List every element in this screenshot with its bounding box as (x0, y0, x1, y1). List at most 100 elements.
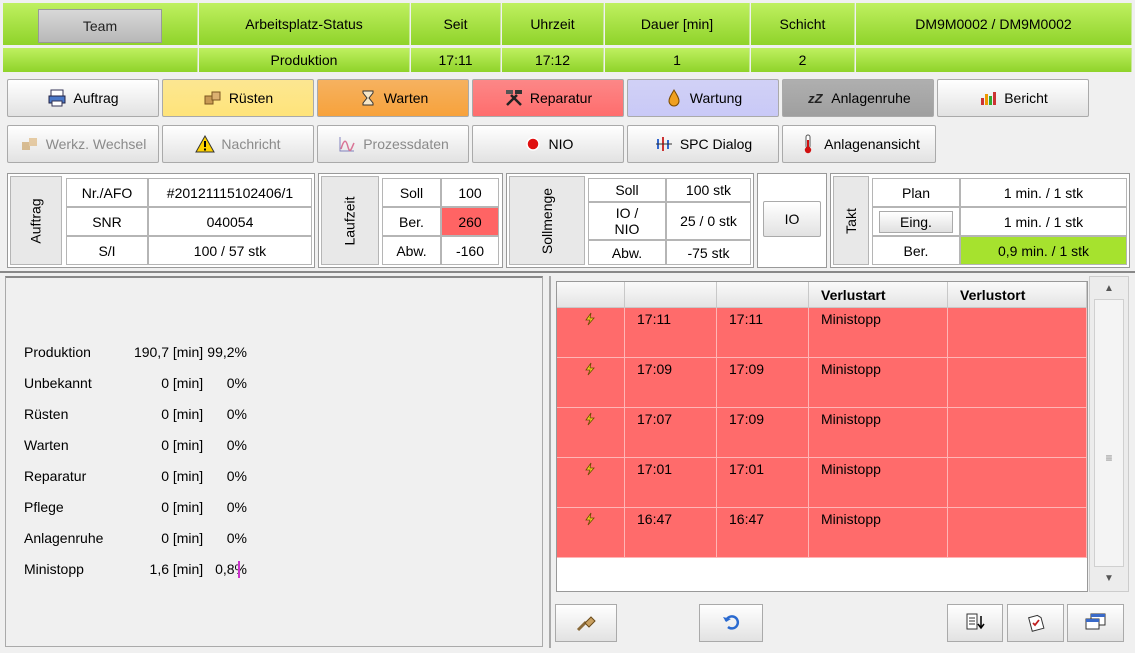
table-row[interactable]: 17:07 17:09 Ministopp (557, 408, 1087, 458)
stat-unit: [min] (172, 406, 204, 422)
stat-row: Produktion 190,7 [min] 99,2% (24, 342, 247, 362)
wartung-button[interactable]: Wartung (627, 79, 779, 117)
laufzeit-label-soll: Soll (382, 178, 441, 207)
header-value-dauer: 1 (605, 48, 750, 72)
row-verlustart: Ministopp (809, 308, 948, 358)
row-start-time: 17:11 (625, 308, 717, 358)
prozessdaten-button[interactable]: Prozessdaten (317, 125, 469, 163)
warten-button[interactable]: Warten (317, 79, 469, 117)
takt-value-plan: 1 min. / 1 stk (960, 178, 1127, 207)
reparatur-button[interactable]: Reparatur (472, 79, 624, 117)
io-button[interactable]: IO (763, 201, 821, 237)
undo-icon (721, 613, 741, 634)
stat-row: Ministopp 1,6 [min] 0,8% (24, 559, 247, 579)
laufzeit-value-ber: 260 (441, 207, 499, 236)
row-start-time: 17:07 (625, 408, 717, 458)
team-button[interactable]: Team (38, 9, 162, 43)
anlagenansicht-button[interactable]: Anlagenansicht (782, 125, 936, 163)
header-value-schicht: 2 (751, 48, 855, 72)
col-header-end[interactable] (717, 282, 809, 308)
row-icon (557, 308, 625, 358)
row-icon (557, 508, 625, 558)
laufzeit-label-abw: Abw. (382, 236, 441, 265)
col-header-verlustort[interactable]: Verlustort (948, 282, 1087, 308)
nio-button-label: NIO (548, 136, 574, 152)
ministopp-marker (238, 561, 240, 578)
stat-percent: 0% (226, 468, 247, 484)
boxes-icon (203, 88, 223, 108)
row-verlustort (948, 408, 1087, 458)
red-dot-icon (523, 134, 543, 154)
undo-button[interactable] (699, 604, 763, 642)
scroll-up-icon[interactable]: ▲ (1094, 279, 1124, 297)
stat-value: 190,7 (133, 344, 169, 360)
takt-value-ber: 0,9 min. / 1 stk (960, 236, 1127, 265)
row-verlustart: Ministopp (809, 508, 948, 558)
row-end-time: 17:01 (717, 458, 809, 508)
table-scrollbar[interactable]: ▲ ≡ ▼ (1089, 276, 1129, 592)
row-verlustort (948, 308, 1087, 358)
header-value-uhrzeit: 17:12 (502, 48, 604, 72)
stat-value: 0 (161, 530, 169, 546)
sollmenge-value-soll: 100 stk (666, 178, 751, 202)
stat-percent: 0% (226, 406, 247, 422)
anlagenruhe-button[interactable]: zZ Anlagenruhe (782, 79, 934, 117)
anlagenansicht-button-label: Anlagenansicht (824, 136, 920, 152)
ruesten-button[interactable]: Rüsten (162, 79, 314, 117)
row-icon (557, 358, 625, 408)
table-row[interactable]: 17:11 17:11 Ministopp (557, 308, 1087, 358)
sort-button[interactable] (947, 604, 1003, 642)
lightning-icon (583, 312, 597, 329)
stat-percent: 0% (226, 530, 247, 546)
spc-dialog-button-label: SPC Dialog (679, 136, 753, 152)
col-header-verlustart[interactable]: Verlustart (809, 282, 948, 308)
stat-row: Warten 0 [min] 0% (24, 435, 247, 455)
header-label-uhrzeit: Uhrzeit (502, 3, 604, 45)
stat-unit: [min] (172, 530, 204, 546)
stat-unit: [min] (172, 437, 204, 453)
sollmenge-label-io-nio: IO / NIO (588, 202, 666, 240)
stat-name: Warten (24, 437, 69, 453)
spc-dialog-button[interactable]: SPC Dialog (627, 125, 779, 163)
checklist-button[interactable] (1007, 604, 1064, 642)
header-label-status: Arbeitsplatz-Status (199, 3, 410, 45)
col-header-start[interactable] (625, 282, 717, 308)
clear-button[interactable] (555, 604, 617, 642)
printer-icon (47, 88, 67, 108)
nachricht-button-label: Nachricht (221, 136, 281, 152)
stat-name: Pflege (24, 499, 64, 515)
auftrag-button[interactable]: Auftrag (7, 79, 159, 117)
stat-row: Pflege 0 [min] 0% (24, 497, 247, 517)
laufzeit-label-ber: Ber. (382, 207, 441, 236)
col-header-icon[interactable] (557, 282, 625, 308)
werkzeug-wechsel-button[interactable]: Werkz. Wechsel (7, 125, 159, 163)
warning-icon (195, 134, 216, 154)
row-verlustort (948, 508, 1087, 558)
table-row[interactable]: 17:09 17:09 Ministopp (557, 358, 1087, 408)
stat-percent: 0% (226, 437, 247, 453)
nio-button[interactable]: NIO (472, 125, 624, 163)
nachricht-button[interactable]: Nachricht (162, 125, 314, 163)
lightning-icon (583, 362, 597, 379)
stat-row: Anlagenruhe 0 [min] 0% (24, 528, 247, 548)
anlagenruhe-button-label: Anlagenruhe (831, 90, 911, 106)
wartung-button-label: Wartung (689, 90, 743, 106)
takt-eing-cell: Eing. (872, 207, 960, 236)
scroll-thumb[interactable]: ≡ (1094, 299, 1124, 567)
row-start-time: 17:09 (625, 358, 717, 408)
stat-value: 0 (161, 437, 169, 453)
auftrag-label-nr: Nr./AFO (66, 178, 148, 207)
stat-name: Unbekannt (24, 375, 92, 391)
stat-unit: [min] (172, 468, 204, 484)
stat-value: 1,6 (149, 561, 169, 577)
header-value-empty (3, 48, 198, 72)
stat-unit: [min] (172, 561, 204, 577)
window-button[interactable] (1067, 604, 1124, 642)
takt-eing-button[interactable]: Eing. (879, 210, 953, 233)
table-row[interactable]: 16:47 16:47 Ministopp (557, 508, 1087, 558)
table-row[interactable]: 17:01 17:01 Ministopp (557, 458, 1087, 508)
scroll-down-icon[interactable]: ▼ (1094, 569, 1124, 587)
header-value-machine (856, 48, 1132, 72)
bericht-button[interactable]: Bericht (937, 79, 1089, 117)
time-statistics-panel: Produktion 190,7 [min] 99,2% Unbekannt 0 [min]… (5, 276, 543, 647)
